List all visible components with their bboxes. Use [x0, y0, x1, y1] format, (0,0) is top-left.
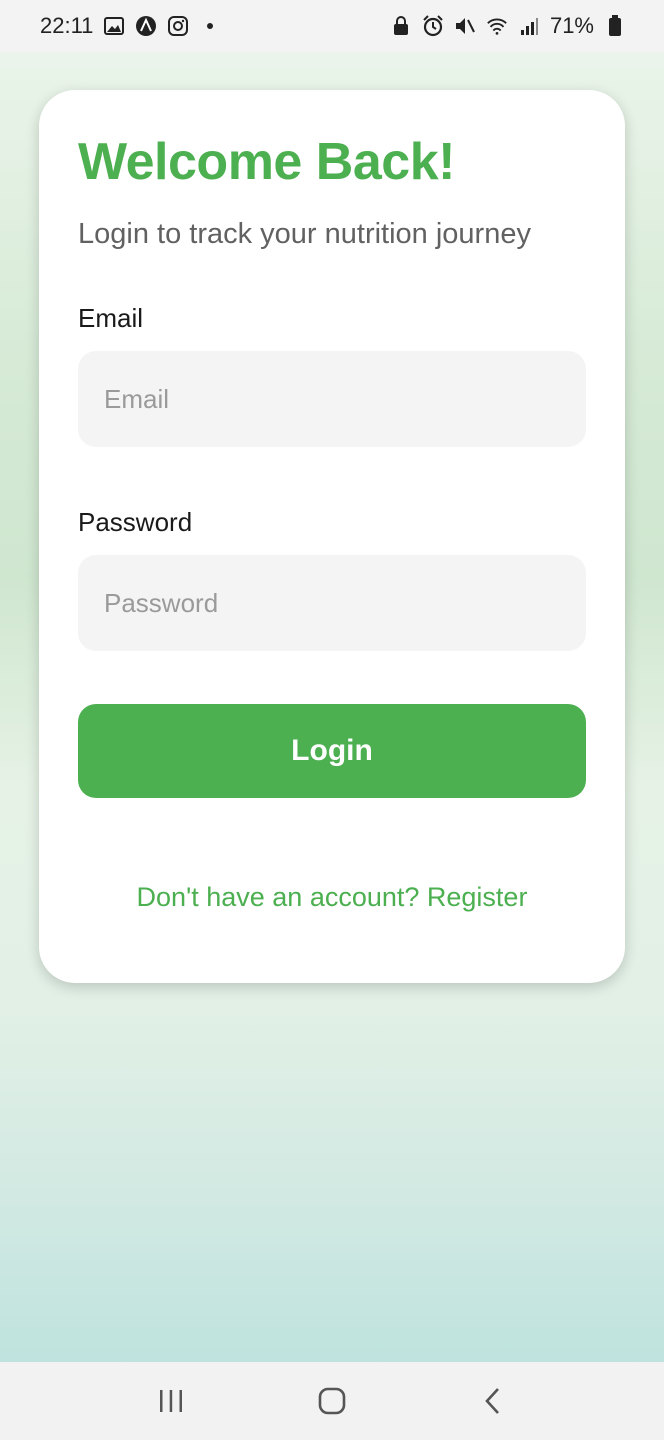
home-button[interactable]	[302, 1371, 362, 1431]
alarm-icon	[422, 15, 444, 37]
back-icon	[485, 1388, 500, 1414]
a-app-icon	[135, 15, 157, 37]
login-card: Welcome Back! Login to track your nutrit…	[39, 90, 625, 983]
recent-apps-button[interactable]	[141, 1371, 201, 1431]
email-field[interactable]	[78, 351, 586, 447]
recent-apps-icon	[159, 1390, 182, 1412]
battery-percent: 71%	[549, 13, 594, 38]
mute-icon	[454, 15, 476, 37]
lock-icon	[390, 15, 412, 37]
email-label: Email	[78, 303, 144, 333]
password-field[interactable]	[78, 555, 586, 651]
login-button[interactable]: Login	[78, 704, 586, 798]
clock: 22:11	[40, 13, 94, 38]
instagram-icon	[167, 15, 189, 37]
gallery-icon	[103, 15, 125, 37]
register-link[interactable]: Don't have an account? Register	[39, 882, 625, 913]
battery-icon	[604, 15, 626, 37]
home-icon	[318, 1387, 346, 1415]
status-right: 71%	[390, 13, 626, 39]
wifi-icon	[486, 15, 508, 37]
back-button[interactable]	[463, 1371, 523, 1431]
navigation-bar	[0, 1362, 664, 1440]
password-label: Password	[78, 507, 193, 537]
notification-dot-icon	[207, 23, 214, 29]
status-bar: 22:11 71%	[0, 0, 664, 52]
status-left: 22:11	[40, 13, 214, 39]
signal-icon	[518, 15, 540, 37]
page-subtitle: Login to track your nutrition journey	[78, 218, 531, 250]
page-title: Welcome Back!	[78, 133, 455, 191]
